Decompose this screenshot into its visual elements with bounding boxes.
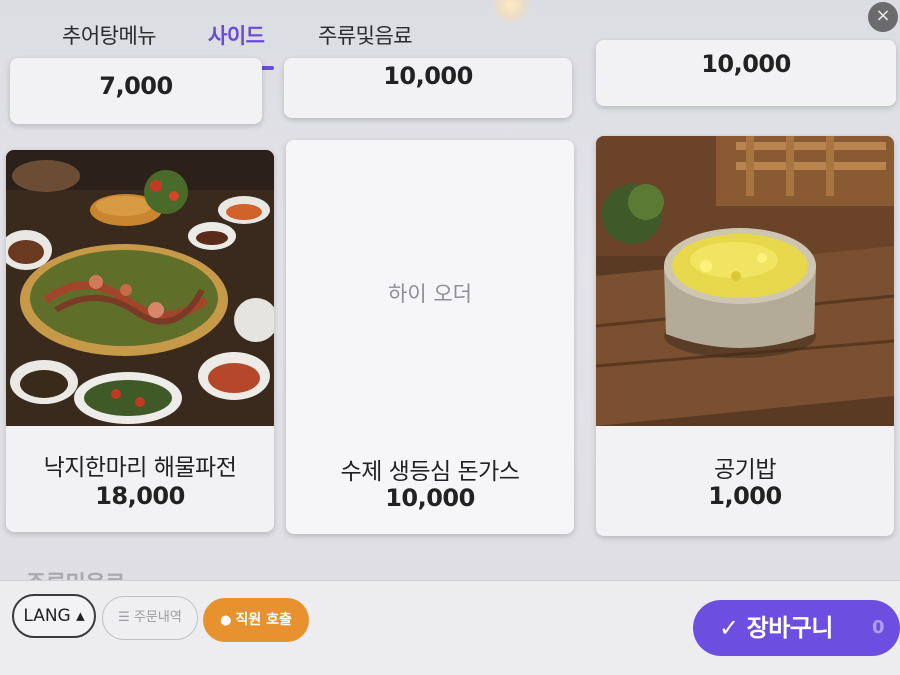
menu-name: 낙지한마리 해물파전 xyxy=(43,455,237,481)
seafood-pancake-photo xyxy=(6,150,274,426)
call-staff-button[interactable]: ● 직원 호출 xyxy=(203,598,309,642)
menu-price: 10,000 xyxy=(385,484,475,512)
menu-price: 1,000 xyxy=(708,482,782,510)
menu-card-seafood-pancake[interactable]: 낙지한마리 해물파전 18,000 xyxy=(6,150,274,532)
menu-price: 10,000 xyxy=(701,50,791,78)
tab-side[interactable]: 사이드 xyxy=(208,20,265,50)
menu-card-prev-2[interactable]: 10,000 xyxy=(284,58,572,118)
close-icon[interactable]: × xyxy=(868,2,898,32)
cart-label: 장바구니 xyxy=(746,614,834,642)
menu-card-pork-cutlet[interactable]: 하이 오더 수제 생등심 돈가스 10,000 xyxy=(286,140,574,534)
rice-bowl-photo xyxy=(596,136,894,426)
menu-card-rice[interactable]: 공기밥 1,000 xyxy=(596,136,894,536)
menu-name: 공기밥 xyxy=(714,457,776,483)
cart-count: 0 xyxy=(871,617,885,638)
menu-card-prev-3[interactable]: 10,000 xyxy=(596,40,896,106)
order-history-button[interactable]: ☰ 주문내역 xyxy=(102,596,198,640)
menu-price: 10,000 xyxy=(383,62,473,90)
language-button[interactable]: LANG ▴ xyxy=(12,594,96,638)
menu-name: 수제 생등심 돈가스 xyxy=(340,459,520,485)
menu-card-prev-1[interactable]: 7,000 xyxy=(10,58,262,124)
image-placeholder-text: 하이 오더 xyxy=(388,282,472,306)
tab-drinks[interactable]: 주류및음료 xyxy=(318,20,413,50)
check-icon: ✓ xyxy=(719,614,739,642)
kiosk-screen: 추어탕메뉴 사이드 주류및음료 × 7,000 10,000 10,000 낙지… xyxy=(0,0,900,675)
menu-price: 7,000 xyxy=(99,72,173,100)
menu-price: 18,000 xyxy=(95,482,185,510)
tab-chueotang-menu[interactable]: 추어탕메뉴 xyxy=(62,20,157,50)
cart-button[interactable]: ✓ 장바구니 0 xyxy=(693,600,900,656)
person-icon: ● xyxy=(220,613,232,628)
call-staff-label: 직원 호출 xyxy=(235,612,292,628)
